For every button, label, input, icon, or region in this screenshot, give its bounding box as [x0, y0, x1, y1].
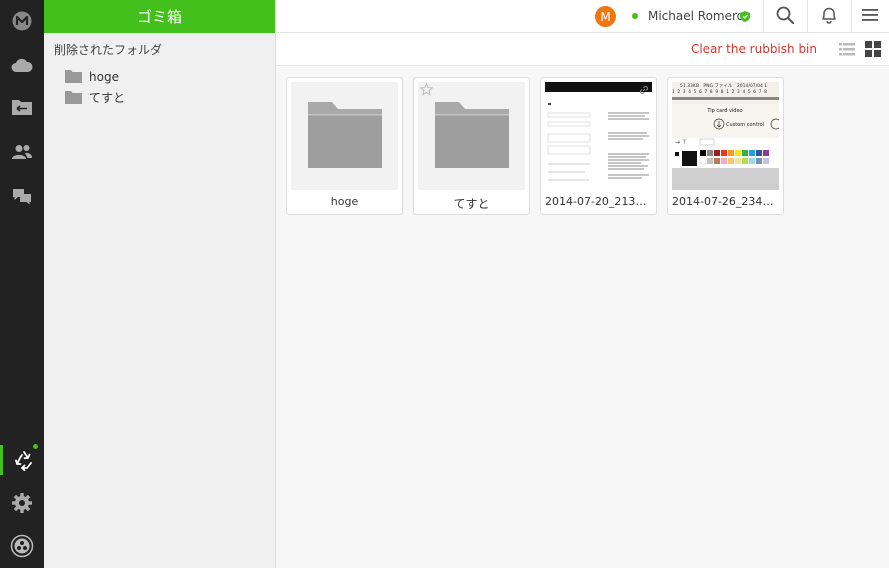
svg-text:1 2 3 4 5 6 7 8 9 0 1 2 3 4 5: 1 2 3 4 5 6 7 8 9 0 1 2 3 4 5 6 7 8: [672, 89, 767, 95]
star-icon[interactable]: [419, 82, 434, 99]
gear-icon[interactable]: [0, 488, 44, 518]
file-grid: hoge てすと 2014-07-20_2136… 51.33KB PNG ファ…: [276, 66, 889, 568]
item-name: 2014-07-26_2344…: [672, 195, 781, 208]
shared-folder-icon[interactable]: [0, 92, 44, 122]
grid-item-folder-tesuto[interactable]: てすと: [413, 77, 530, 215]
folder-thumbnail: [291, 82, 398, 190]
chat-icon[interactable]: [0, 181, 44, 211]
sidebar-item-tesuto[interactable]: てすと: [44, 87, 275, 108]
trash-sidebar: ゴミ箱 削除されたフォルダ hoge てすと: [44, 0, 276, 568]
list-view-icon[interactable]: [839, 41, 855, 57]
search-icon: [776, 6, 794, 27]
app-icon[interactable]: [0, 531, 44, 561]
recycle-icon[interactable]: [0, 445, 44, 475]
online-status-dot: [632, 13, 638, 19]
sidebar-header: ゴミ箱: [44, 0, 275, 33]
svg-text:Tip card video: Tip card video: [706, 108, 742, 114]
clear-rubbish-bin-link[interactable]: Clear the rubbish bin: [691, 42, 817, 56]
users-icon[interactable]: [0, 137, 44, 167]
top-bar: M Michael Romero: [276, 0, 889, 33]
sidebar-item-label: hoge: [89, 69, 119, 84]
grid-view-icon[interactable]: [865, 41, 881, 57]
bell-icon: [820, 6, 838, 27]
hamburger-icon: [862, 8, 878, 25]
folder-icon: [435, 102, 509, 168]
svg-text:51.33KB PNG ファイル 2014/07/04 1: 51.33KB PNG ファイル 2014/07/04 1: [680, 83, 767, 89]
grid-item-image-2[interactable]: 51.33KB PNG ファイル 2014/07/04 1 1 2 3 4 5 …: [667, 77, 784, 215]
shield-icon: [740, 11, 750, 25]
folder-icon: [65, 70, 82, 83]
app-rail: [0, 0, 44, 568]
logo-m-icon[interactable]: [0, 6, 44, 36]
grid-item-image-1[interactable]: 2014-07-20_2136…: [540, 77, 657, 215]
folder-icon: [308, 102, 382, 168]
svg-text:Custom control: Custom control: [726, 122, 764, 128]
svg-text:→ ⊤: → ⊤: [675, 139, 687, 146]
image-thumbnail: [545, 82, 652, 190]
notifications-button[interactable]: [807, 0, 851, 33]
folder-icon: [65, 91, 82, 104]
user-name[interactable]: Michael Romero: [648, 9, 744, 23]
avatar[interactable]: M: [595, 6, 616, 27]
folder-thumbnail: [418, 82, 525, 190]
new-indicator-dot: [33, 444, 38, 449]
sidebar-item-hoge[interactable]: hoge: [44, 66, 275, 87]
item-name: てすと: [453, 197, 490, 211]
item-name: 2014-07-20_2136…: [545, 195, 654, 208]
search-button[interactable]: [763, 0, 807, 33]
link-icon[interactable]: [638, 84, 650, 99]
grid-item-folder-hoge[interactable]: hoge: [286, 77, 403, 215]
toolbar: Clear the rubbish bin: [276, 33, 889, 66]
image-thumbnail: 51.33KB PNG ファイル 2014/07/04 1 1 2 3 4 5 …: [672, 82, 779, 190]
cloud-icon[interactable]: [0, 50, 44, 80]
sidebar-item-label: てすと: [89, 91, 126, 105]
item-name: hoge: [330, 195, 359, 208]
menu-button[interactable]: [851, 0, 889, 33]
section-title: 削除されたフォルダ: [54, 43, 163, 57]
